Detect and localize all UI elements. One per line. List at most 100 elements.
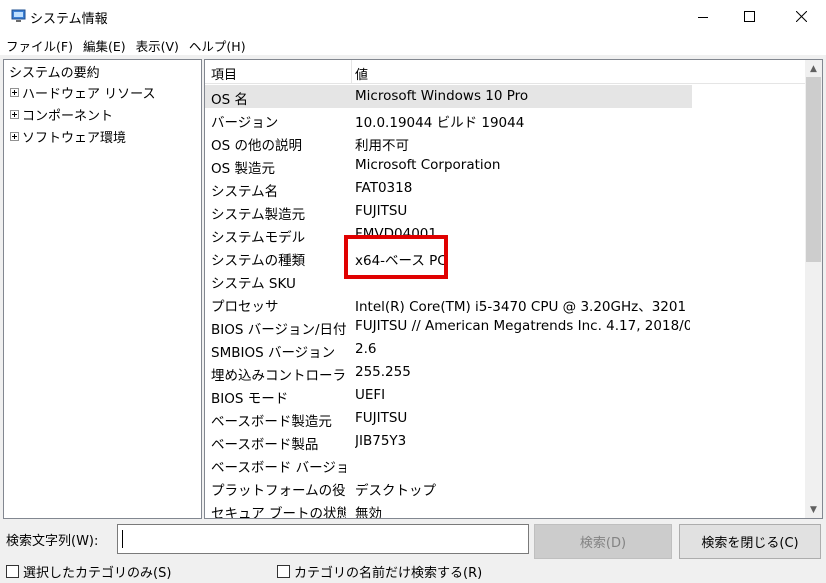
row-value: 255.255: [355, 364, 411, 380]
row-item: バージョン: [211, 115, 279, 131]
close-search-button[interactable]: 検索を閉じる(C): [679, 524, 821, 559]
menu-help[interactable]: ヘルプ(H): [184, 33, 251, 55]
menu-file[interactable]: ファイル(F): [0, 33, 78, 55]
tree-item-components[interactable]: コンポーネント: [10, 104, 113, 124]
table-row[interactable]: ベースボード バージョン: [205, 453, 805, 476]
row-value: UEFI: [355, 387, 386, 403]
row-item: BIOS モード: [211, 391, 289, 407]
checkbox-label: 選択したカテゴリのみ(S): [23, 566, 172, 581]
minimize-icon: [698, 16, 708, 18]
row-item: システム製造元: [211, 207, 306, 223]
row-value: Microsoft Windows 10 Pro: [355, 88, 529, 104]
details-list[interactable]: 項目 値 OS 名 Microsoft Windows 10 Pro バージョン 1…: [204, 59, 823, 519]
table-row[interactable]: 埋め込みコントローラー... 255.255: [205, 361, 805, 384]
maximize-button[interactable]: [726, 0, 772, 33]
menu-bar: ファイル(F) 編集(E) 表示(V) ヘルプ(H): [0, 33, 826, 55]
system-info-window: システム情報 ファイル(F) 編集(E) 表示(V) ヘルプ(H) システムの要…: [0, 0, 826, 583]
row-item: プロセッサ: [211, 299, 279, 315]
tree-item-label: ソフトウェア環境: [22, 130, 127, 146]
row-item: OS 製造元: [211, 161, 275, 177]
table-row[interactable]: BIOS バージョン/日付 FUJITSU // American Megatre…: [205, 315, 805, 338]
row-value: 2.6: [355, 341, 377, 357]
title-bar: システム情報: [0, 0, 826, 33]
row-item: システムの種類: [211, 253, 306, 269]
highlight-annotation: [344, 235, 448, 279]
window-title: システム情報: [30, 12, 108, 27]
tree-item-label: コンポーネント: [22, 108, 114, 124]
expand-icon[interactable]: [10, 87, 19, 97]
tree-item-software-environment[interactable]: ソフトウェア環境: [10, 126, 126, 146]
row-item: SMBIOS バージョン: [211, 345, 336, 361]
table-row[interactable]: システム製造元 FUJITSU: [205, 200, 805, 223]
row-item: OS 名: [211, 92, 248, 108]
selected-category-only-option[interactable]: 選択したカテゴリのみ(S): [6, 562, 171, 581]
table-row[interactable]: ベースボード製品 JIB75Y3: [205, 430, 805, 453]
table-row[interactable]: OS の他の説明 利用不可: [205, 131, 805, 154]
table-row[interactable]: OS 名 Microsoft Windows 10 Pro: [205, 85, 692, 108]
row-value: JIB75Y3: [355, 433, 407, 449]
list-header: 項目 値: [205, 60, 805, 84]
column-divider[interactable]: [351, 60, 352, 84]
row-item: ベースボード製造元: [211, 414, 332, 430]
table-row[interactable]: バージョン 10.0.19044 ビルド 19044: [205, 108, 805, 131]
table-row[interactable]: プラットフォームの役割 デスクトップ: [205, 476, 805, 499]
row-item: システムモデル: [211, 230, 306, 246]
expand-icon[interactable]: [10, 109, 19, 119]
minimize-button[interactable]: [680, 0, 726, 33]
row-item: セキュア ブートの状態: [211, 506, 346, 519]
menu-edit[interactable]: 編集(E): [78, 33, 131, 55]
table-row[interactable]: セキュア ブートの状態 無効: [205, 499, 805, 519]
row-value: Microsoft Corporation: [355, 157, 501, 173]
row-value: FUJITSU: [355, 203, 408, 219]
checkbox-label: カテゴリの名前だけ検索する(R): [294, 566, 483, 581]
tree-item-label: ハードウェア リソース: [22, 86, 156, 102]
close-icon: [795, 11, 807, 22]
table-row[interactable]: SMBIOS バージョン 2.6: [205, 338, 805, 361]
row-item: 埋め込みコントローラー...: [211, 368, 346, 384]
search-input[interactable]: [117, 524, 529, 554]
row-item: プラットフォームの役割: [211, 483, 346, 499]
system-info-icon: [11, 9, 26, 22]
column-header-item[interactable]: 項目: [211, 64, 237, 83]
selected-category-only-checkbox[interactable]: [6, 565, 19, 578]
table-row[interactable]: システム SKU: [205, 269, 805, 292]
row-item: ベースボード製品: [211, 437, 319, 453]
row-item: BIOS バージョン/日付: [211, 322, 346, 338]
tree-item-system-summary[interactable]: システムの要約: [9, 62, 100, 81]
table-row[interactable]: システム名 FAT0318: [205, 177, 805, 200]
expand-icon[interactable]: [10, 131, 19, 141]
maximize-icon: [743, 11, 755, 22]
close-button[interactable]: [778, 0, 824, 33]
table-row[interactable]: ベースボード製造元 FUJITSU: [205, 407, 805, 430]
menu-view[interactable]: 表示(V): [131, 33, 184, 55]
scroll-down-icon[interactable]: ▼: [805, 501, 822, 518]
category-names-only-option[interactable]: カテゴリの名前だけ検索する(R): [277, 562, 482, 581]
search-button[interactable]: 検索(D): [534, 524, 672, 559]
row-value: Intel(R) Core(TM) i5-3470 CPU @ 3.20GHz、…: [355, 299, 690, 315]
scroll-up-icon[interactable]: ▲: [805, 60, 822, 77]
row-value: 10.0.19044 ビルド 19044: [355, 115, 525, 131]
vertical-scrollbar[interactable]: ▲ ▼: [805, 60, 822, 518]
category-tree[interactable]: システムの要約 ハードウェア リソース コンポーネント ソフトウェア環境: [3, 59, 202, 519]
column-header-value[interactable]: 値: [355, 64, 368, 83]
table-row[interactable]: システムの種類 x64-ベース PC: [205, 246, 805, 269]
row-item: ベースボード バージョン: [211, 460, 346, 476]
text-caret: [122, 530, 123, 548]
scroll-thumb[interactable]: [806, 77, 821, 262]
row-value: 利用不可: [355, 138, 409, 154]
row-value: FUJITSU: [355, 410, 408, 426]
row-value: デスクトップ: [355, 483, 436, 499]
row-value: FAT0318: [355, 180, 413, 196]
table-row[interactable]: OS 製造元 Microsoft Corporation: [205, 154, 805, 177]
row-item: OS の他の説明: [211, 138, 302, 154]
row-value: 無効: [355, 506, 382, 519]
tree-item-hardware-resources[interactable]: ハードウェア リソース: [10, 82, 155, 102]
table-row[interactable]: プロセッサ Intel(R) Core(TM) i5-3470 CPU @ 3.2…: [205, 292, 805, 315]
search-label: 検索文字列(W):: [6, 534, 99, 549]
table-row[interactable]: BIOS モード UEFI: [205, 384, 805, 407]
category-names-only-checkbox[interactable]: [277, 565, 290, 578]
table-row[interactable]: システムモデル FMVD04001: [205, 223, 805, 246]
row-value: FUJITSU // American Megatrends Inc. 4.17…: [355, 318, 690, 334]
row-item: システム名: [211, 184, 279, 200]
row-item: システム SKU: [211, 276, 296, 292]
